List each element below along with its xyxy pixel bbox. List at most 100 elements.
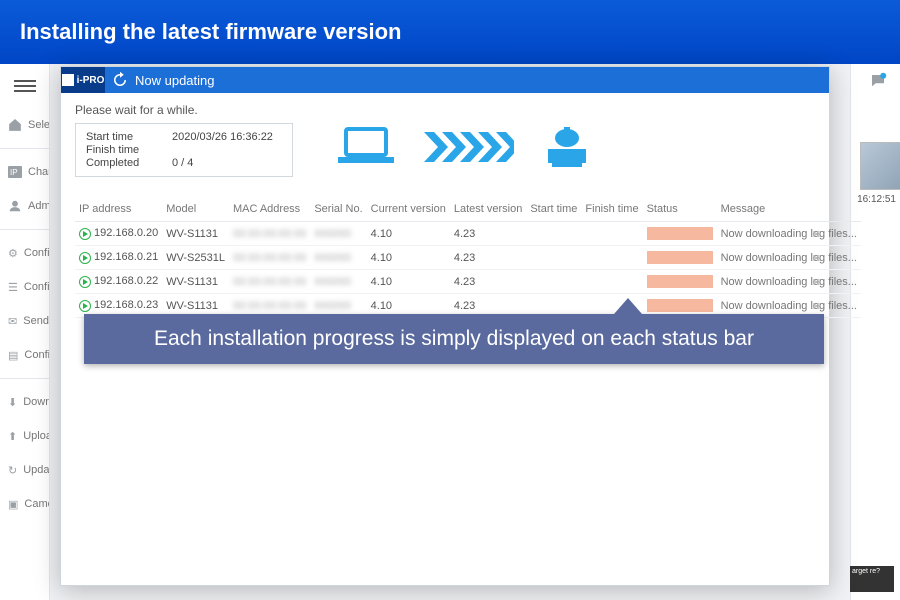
sidebar-label: Confi — [24, 247, 49, 259]
sidebar-item-change-ip[interactable]: IP Chan — [0, 155, 49, 189]
table-row[interactable]: 192.168.0.21WV-S2531L00:00:00:00:0000000… — [75, 246, 861, 270]
col-header: Message — [717, 197, 861, 222]
cell-model: WV-S1131 — [162, 270, 229, 294]
play-icon[interactable] — [79, 300, 91, 312]
col-header: Current version — [367, 197, 450, 222]
update-icon: ↻ — [8, 461, 17, 479]
play-icon[interactable] — [79, 276, 91, 288]
cell-model: WV-S1131 — [162, 222, 229, 246]
cell-current-version: 4.10 — [367, 222, 450, 246]
send-icon: ✉ — [8, 312, 17, 330]
sidebar-item-config-2[interactable]: ☰Confi — [0, 270, 49, 304]
gear-icon: ⚙ — [8, 244, 18, 262]
play-icon[interactable] — [79, 252, 91, 264]
sidebar-item-config-3[interactable]: ▤ Confi — [0, 338, 49, 372]
banner-title: Installing the latest firmware version — [20, 19, 401, 45]
cell-current-version: 4.10 — [367, 270, 450, 294]
status-progress-bar — [647, 251, 713, 264]
camera-icon: ▣ — [8, 495, 18, 513]
slide-banner: Installing the latest firmware version — [0, 0, 900, 64]
cell-ip: 192.168.0.20 — [75, 222, 162, 246]
svg-text:IP: IP — [10, 168, 18, 177]
camera-thumbnail[interactable] — [860, 142, 900, 190]
ip-icon: IP — [8, 163, 22, 181]
laptop-icon — [336, 125, 396, 169]
cell-serial: 000000 — [310, 222, 366, 246]
stat-label: Completed — [86, 157, 154, 169]
cell-finish — [581, 270, 642, 294]
sidebar-label: Confi — [24, 281, 49, 293]
sidebar-label: Came — [24, 498, 49, 510]
table-row[interactable]: 192.168.0.22WV-S113100:00:00:00:00000000… — [75, 270, 861, 294]
menu-toggle-icon[interactable] — [14, 80, 36, 96]
cell-start — [526, 270, 581, 294]
col-header: Start time — [526, 197, 581, 222]
close-icon[interactable]: ✕ — [812, 252, 821, 265]
device-camera-icon — [542, 125, 592, 169]
sidebar-label: Chan — [28, 166, 49, 178]
refresh-icon — [111, 71, 129, 89]
cell-mac: 00:00:00:00:00 — [229, 222, 310, 246]
form-icon: ▤ — [8, 346, 18, 364]
cell-status — [643, 270, 717, 294]
cell-model: WV-S2531L — [162, 246, 229, 270]
cell-start — [526, 222, 581, 246]
sidebar-item-config-1[interactable]: ⚙ Confi — [0, 236, 49, 270]
sidebar-label: Down — [23, 396, 49, 408]
col-header: Model — [162, 197, 229, 222]
sidebar-label: Confi — [24, 349, 49, 361]
device-table: IP addressModelMAC AddressSerial No.Curr… — [75, 197, 815, 318]
status-progress-bar — [647, 227, 713, 240]
sidebar-item-download[interactable]: ⬇ Down — [0, 385, 49, 419]
stat-label: Finish time — [86, 144, 154, 156]
sidebar-label: Send — [23, 315, 49, 327]
callout-text: Each installation progress is simply dis… — [154, 327, 754, 351]
col-header: Finish time — [581, 197, 642, 222]
transfer-graphic — [336, 125, 592, 169]
table-header: IP addressModelMAC AddressSerial No.Curr… — [75, 197, 861, 222]
admin-icon — [8, 197, 22, 215]
right-pane: 16:12:51 arget re? — [850, 64, 900, 600]
speech-bubble-icon[interactable] — [868, 72, 888, 90]
sidebar: Select IP Chan Admi ⚙ Confi ☰Confi ✉ Send ▤… — [0, 64, 50, 600]
sidebar-item-select[interactable]: Select — [0, 108, 49, 142]
cell-message: Now downloading log files...✕ — [717, 270, 861, 294]
cell-mac: 00:00:00:00:00 — [229, 270, 310, 294]
app-brand-icon: i-PRO — [61, 67, 105, 93]
sidebar-label: Upda — [23, 464, 49, 476]
download-icon: ⬇ — [8, 393, 17, 411]
close-icon[interactable]: ✕ — [812, 276, 821, 289]
annotation-callout: Each installation progress is simply dis… — [84, 314, 824, 364]
cell-serial: 000000 — [310, 246, 366, 270]
stat-label: Start time — [86, 131, 154, 143]
sidebar-item-update[interactable]: ↻ Upda — [0, 453, 49, 487]
cell-ip: 192.168.0.21 — [75, 246, 162, 270]
col-header: Status — [643, 197, 717, 222]
home-icon — [8, 116, 22, 134]
stat-value: 2020/03/26 16:36:22 — [172, 131, 273, 143]
cell-start — [526, 246, 581, 270]
stat-value: 0 / 4 — [172, 157, 193, 169]
sidebar-item-admin[interactable]: Admi — [0, 189, 49, 223]
chevrons-icon — [424, 132, 514, 162]
cell-status — [643, 222, 717, 246]
dialog-title: Now updating — [135, 73, 215, 88]
cell-ip: 192.168.0.22 — [75, 270, 162, 294]
status-progress-bar — [647, 275, 713, 288]
sidebar-item-send[interactable]: ✉ Send — [0, 304, 49, 338]
cell-latest-version: 4.23 — [450, 246, 526, 270]
cell-serial: 000000 — [310, 270, 366, 294]
dialog-titlebar: i-PRO Now updating — [61, 67, 829, 93]
col-header: Latest version — [450, 197, 526, 222]
play-icon[interactable] — [79, 228, 91, 240]
app-area: Select IP Chan Admi ⚙ Confi ☰Confi ✉ Send ▤… — [0, 64, 900, 600]
col-header: MAC Address — [229, 197, 310, 222]
sidebar-item-camera[interactable]: ▣ Came — [0, 487, 49, 521]
sidebar-label: Admi — [28, 200, 49, 212]
table-row[interactable]: 192.168.0.20WV-S113100:00:00:00:00000000… — [75, 222, 861, 246]
close-icon[interactable]: ✕ — [812, 300, 821, 313]
close-icon[interactable]: ✕ — [812, 228, 821, 241]
cell-finish — [581, 246, 642, 270]
cell-status — [643, 246, 717, 270]
sidebar-item-upload[interactable]: ⬆Uploa — [0, 419, 49, 453]
